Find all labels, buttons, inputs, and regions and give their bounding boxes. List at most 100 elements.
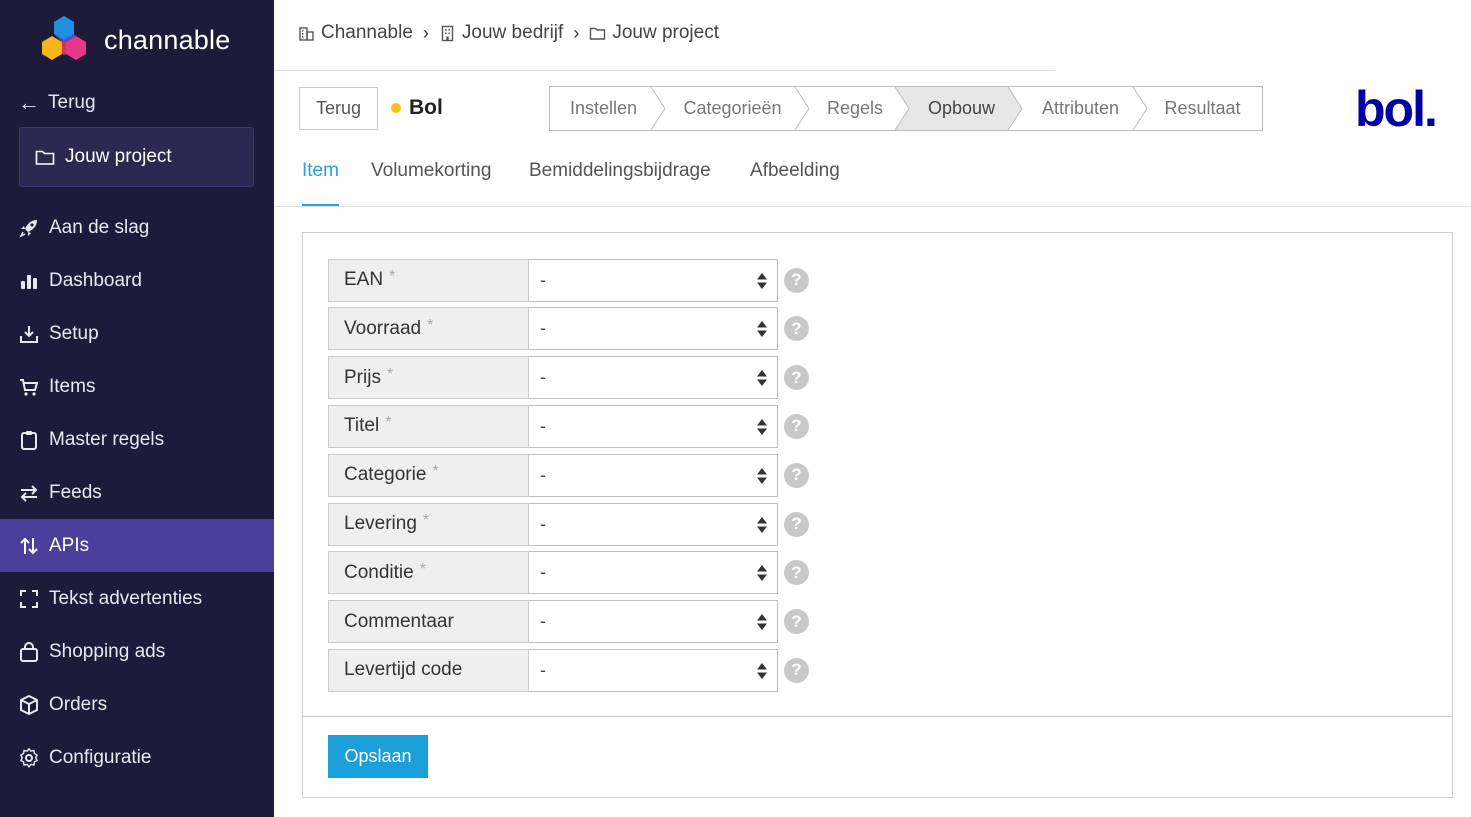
field-select-value: - — [540, 611, 546, 632]
field-label: EAN * — [328, 258, 529, 302]
sidebar-item-label: Items — [49, 375, 96, 397]
select-caret-icon — [757, 370, 767, 387]
help-icon[interactable]: ? — [784, 511, 809, 537]
select-caret-icon — [757, 662, 767, 679]
field-row: Commentaar -? — [328, 600, 813, 644]
select-caret-icon — [757, 467, 767, 484]
help-icon[interactable]: ? — [784, 560, 809, 586]
sidebar-back-link[interactable]: ← Terug — [18, 88, 96, 118]
sidebar-item-label: Shopping ads — [49, 640, 166, 662]
field-select[interactable]: - — [529, 600, 778, 644]
sidebar-item-label: Feeds — [49, 481, 102, 503]
field-row: Levering * -? — [328, 502, 813, 546]
step-resultaat[interactable]: Resultaat — [1143, 87, 1262, 130]
step-categorieen[interactable]: Categorieën — [660, 87, 805, 130]
field-select[interactable]: - — [529, 551, 778, 595]
field-select-value: - — [540, 415, 546, 436]
field-label: Conditie * — [328, 551, 529, 595]
sidebar-item-configuratie[interactable]: Configuratie — [0, 731, 274, 784]
tab-volumekorting[interactable]: Volumekorting — [371, 160, 491, 206]
breadcrumb-label: Channable — [321, 22, 413, 43]
help-icon[interactable]: ? — [784, 413, 809, 439]
tab-item[interactable]: Item — [302, 160, 339, 206]
required-marker: * — [419, 560, 426, 578]
help-icon[interactable]: ? — [784, 267, 809, 293]
field-label-text: Levering — [344, 513, 417, 534]
sidebar-item-items[interactable]: Items — [0, 360, 274, 413]
bar-chart-icon — [21, 274, 37, 289]
sidebar-item-orders[interactable]: Orders — [0, 678, 274, 731]
tab-bemiddelingsbijdrage[interactable]: Bemiddelingsbijdrage — [529, 160, 711, 206]
field-label-text: Commentaar — [344, 610, 454, 632]
bol-logo: bol. — [1355, 81, 1438, 137]
select-caret-icon — [757, 272, 767, 289]
box-icon — [20, 694, 38, 715]
select-caret-icon — [757, 516, 767, 533]
field-select[interactable]: - — [529, 404, 778, 448]
chevron-right-icon: › — [573, 22, 580, 43]
breadcrumb: Channable › Jouw bedrijf › Jouw project — [298, 22, 719, 44]
sidebar-item-dashboard[interactable]: Dashboard — [0, 254, 274, 307]
field-select[interactable]: - — [529, 648, 778, 692]
field-label: Levertijd code — [328, 648, 529, 692]
field-select[interactable]: - — [529, 258, 778, 302]
help-icon[interactable]: ? — [784, 316, 809, 342]
tab-bar: Item Volumekorting Bemiddelingsbijdrage … — [274, 150, 1471, 207]
sidebar: channable ← Terug Jouw project Aan de sl… — [0, 0, 274, 817]
channel-name: Bol — [409, 96, 443, 119]
field-label-text: Levertijd code — [344, 659, 463, 681]
arrow-left-icon: ← — [18, 90, 40, 115]
building-icon — [441, 25, 454, 41]
gear-icon — [19, 747, 39, 768]
field-select[interactable]: - — [529, 502, 778, 546]
field-label: Levering * — [328, 502, 529, 546]
sidebar-item-master-regels[interactable]: Master regels — [0, 413, 274, 466]
field-row: EAN * -? — [328, 258, 813, 302]
help-icon[interactable]: ? — [784, 462, 809, 488]
field-select[interactable]: - — [529, 453, 778, 497]
sidebar-item-apis[interactable]: APIs — [0, 519, 274, 572]
channel-indicator: Bol — [391, 96, 443, 120]
step-attributen[interactable]: Attributen — [1018, 87, 1143, 130]
form-divider — [303, 716, 1452, 717]
sidebar-back-label: Terug — [48, 92, 96, 113]
brand-logo[interactable]: channable — [38, 14, 230, 66]
step-opbouw[interactable]: Opbouw — [905, 87, 1018, 130]
folder-icon — [590, 27, 606, 40]
app-root: channable ← Terug Jouw project Aan de sl… — [0, 0, 1471, 817]
field-select[interactable]: - — [529, 356, 778, 400]
field-select-value: - — [540, 562, 546, 583]
save-button[interactable]: Opslaan — [328, 735, 428, 778]
back-button[interactable]: Terug — [299, 87, 378, 130]
select-caret-icon — [757, 614, 767, 631]
sidebar-item-tekst-advertenties[interactable]: Tekst advertenties — [0, 572, 274, 625]
help-icon[interactable]: ? — [784, 657, 809, 683]
help-icon[interactable]: ? — [784, 609, 809, 635]
sidebar-project-selector[interactable]: Jouw project — [19, 127, 254, 187]
sidebar-item-feeds[interactable]: Feeds — [0, 466, 274, 519]
breadcrumb-item-jouw-bedrijf[interactable]: Jouw bedrijf — [439, 22, 563, 44]
breadcrumb-item-channable[interactable]: Channable — [298, 22, 413, 44]
field-select-value: - — [540, 464, 546, 485]
sidebar-nav: Aan de slag Dashboard Setup Items Master… — [0, 201, 274, 784]
field-select-value: - — [540, 659, 546, 680]
field-row: Levertijd code -? — [328, 648, 813, 692]
up-down-arrows-icon — [20, 537, 38, 554]
field-select[interactable]: - — [529, 307, 778, 351]
wizard-steps: Instellen Categorieën Regels Opbouw Attr… — [549, 86, 1263, 131]
help-icon[interactable]: ? — [784, 365, 809, 391]
breadcrumb-item-jouw-project[interactable]: Jouw project — [589, 22, 719, 44]
step-instellen[interactable]: Instellen — [550, 87, 657, 130]
sidebar-item-setup[interactable]: Setup — [0, 307, 274, 360]
sidebar-item-label: Aan de slag — [49, 216, 150, 238]
download-tray-icon — [20, 325, 38, 343]
sidebar-item-aan-de-slag[interactable]: Aan de slag — [0, 201, 274, 254]
field-row: Prijs * -? — [328, 356, 813, 400]
tab-afbeelding[interactable]: Afbeelding — [750, 160, 840, 206]
field-label-text: EAN — [344, 269, 384, 290]
sidebar-item-shopping-ads[interactable]: Shopping ads — [0, 625, 274, 678]
sidebar-item-label: Dashboard — [49, 269, 142, 291]
shopping-bag-icon — [20, 641, 38, 662]
step-regels[interactable]: Regels — [805, 87, 905, 130]
cart-icon — [20, 378, 39, 396]
